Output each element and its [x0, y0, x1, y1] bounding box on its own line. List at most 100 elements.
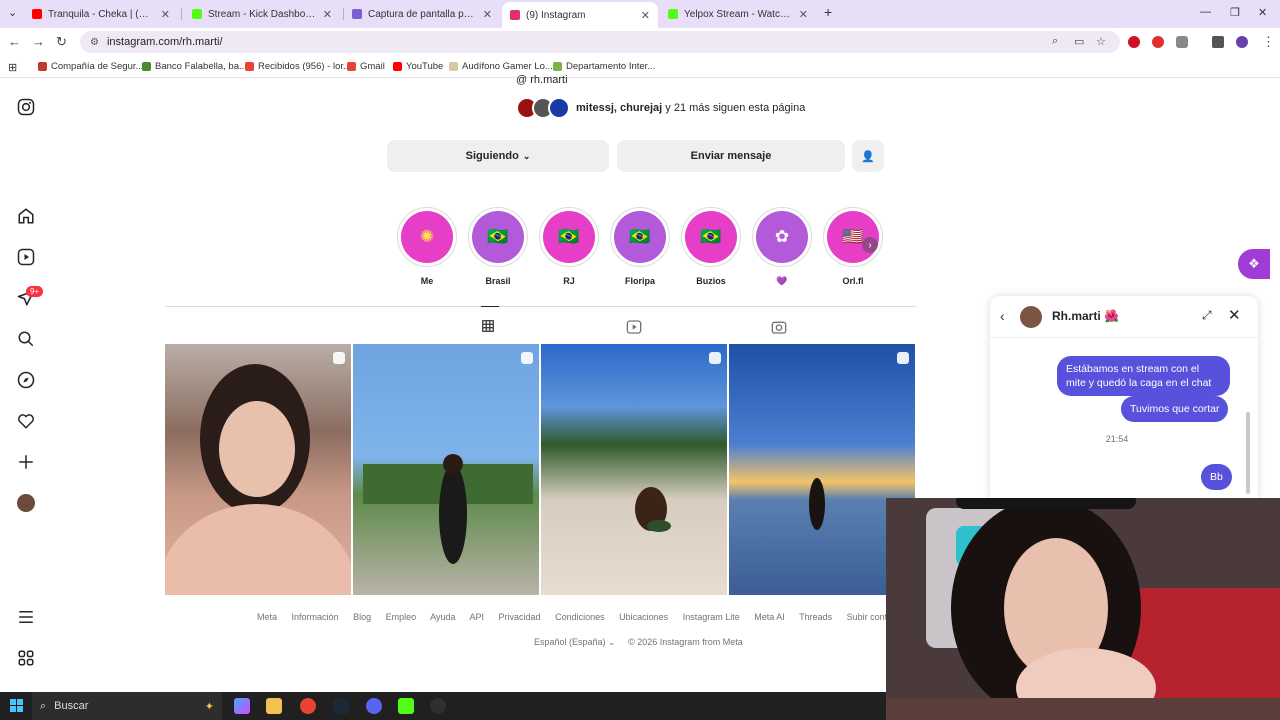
- footer-link[interactable]: Información: [292, 612, 339, 622]
- profile-avatar-icon[interactable]: [16, 493, 36, 513]
- bookmark-item[interactable]: Recibidos (956) - lor...: [245, 61, 351, 72]
- footer-link[interactable]: Meta: [257, 612, 277, 622]
- send-message-button[interactable]: Enviar mensaje: [617, 140, 845, 172]
- explore-icon[interactable]: [16, 370, 36, 390]
- file-explorer-icon[interactable]: [266, 698, 282, 714]
- footer-link[interactable]: Ubicaciones: [619, 612, 668, 622]
- bookmark-item[interactable]: Gmail: [347, 61, 385, 72]
- heart-icon[interactable]: [16, 411, 36, 431]
- close-window-button[interactable]: ✕: [1258, 6, 1267, 19]
- discord-icon[interactable]: [366, 698, 382, 714]
- post-thumbnail[interactable]: [541, 344, 727, 595]
- close-tab-icon[interactable]: ✕: [799, 8, 808, 21]
- opera-extension-icon[interactable]: [1128, 36, 1140, 48]
- reels-icon[interactable]: [16, 247, 36, 267]
- message-bubble[interactable]: Tuvimos que cortar: [1121, 396, 1229, 422]
- bookmark-star-icon[interactable]: ☆: [1096, 35, 1106, 48]
- tab-search-icon[interactable]: ⌄: [8, 6, 17, 19]
- highlight-heart[interactable]: ✿ 💜: [752, 207, 812, 287]
- footer-link[interactable]: Subir contactos y perso: [847, 612, 887, 622]
- restore-button[interactable]: ❐: [1230, 6, 1240, 19]
- footer-link[interactable]: Threads: [799, 612, 832, 622]
- followed-by[interactable]: mitessj, churejaj y 21 más siguen esta p…: [516, 96, 805, 120]
- extensions-icon[interactable]: [1176, 36, 1188, 48]
- zoom-icon[interactable]: ⌕: [1052, 35, 1058, 48]
- bookmark-item[interactable]: Departamento Inter...: [553, 61, 655, 72]
- site-info-icon[interactable]: ⚙: [90, 37, 99, 48]
- tab-kick-dashboard[interactable]: Stream - Kick Dashboard ✕: [184, 4, 340, 24]
- obs-icon[interactable]: [430, 698, 446, 714]
- close-tab-icon[interactable]: ✕: [483, 8, 492, 21]
- menu-icon[interactable]: ⋮: [1262, 34, 1275, 50]
- message-bubble[interactable]: Estábamos en stream con el mite y quedó …: [1057, 356, 1230, 396]
- close-icon[interactable]: ✕: [1228, 306, 1241, 324]
- scrollbar[interactable]: [1246, 412, 1250, 494]
- apps-icon[interactable]: ⊞: [8, 61, 17, 74]
- address-bar[interactable]: ⚙ instagram.com/rh.marti/ ⌕ ▭ ☆: [80, 31, 1120, 53]
- highlight-brasil[interactable]: 🇧🇷 Brasil: [468, 207, 528, 286]
- footer-link[interactable]: Ayuda: [430, 612, 455, 622]
- url-text[interactable]: instagram.com/rh.marti/: [107, 36, 223, 48]
- kick-app-icon[interactable]: [398, 698, 414, 714]
- bookmark-item[interactable]: Banco Falabella, ba...: [142, 61, 247, 72]
- highlight-me[interactable]: ✺ Me: [397, 207, 457, 286]
- chat-username[interactable]: Rh.marti 🌺: [1052, 309, 1119, 323]
- copilot-icon[interactable]: [234, 698, 250, 714]
- reels-tab[interactable]: [626, 319, 644, 337]
- taskbar-search[interactable]: ⌕ Buscar ✦: [32, 692, 222, 720]
- cast-icon[interactable]: ▭: [1074, 35, 1084, 48]
- close-tab-icon[interactable]: ✕: [323, 8, 332, 21]
- steam-icon[interactable]: [333, 698, 349, 714]
- highlight-rj[interactable]: 🇧🇷 RJ: [539, 207, 599, 286]
- start-button-icon[interactable]: [10, 699, 23, 712]
- language-select[interactable]: Español (España) ⌄: [534, 637, 616, 647]
- profile-avatar[interactable]: [1236, 36, 1248, 48]
- close-tab-icon[interactable]: ✕: [641, 9, 650, 22]
- post-thumbnail[interactable]: [353, 344, 539, 595]
- instagram-logo-icon[interactable]: [16, 97, 36, 117]
- footer-link[interactable]: Meta AI: [754, 612, 785, 622]
- bookmark-item[interactable]: Audífono Gamer Lo...: [449, 61, 553, 72]
- suggested-accounts-button[interactable]: 👤: [852, 140, 884, 172]
- tab-lightshot[interactable]: Captura de pantalla por Lightsh ✕: [344, 4, 500, 24]
- footer-link[interactable]: Empleo: [386, 612, 417, 622]
- tab-yelpox-stream[interactable]: Yelpox Stream - Watch Live on ✕: [660, 4, 816, 24]
- chat-avatar[interactable]: [1020, 306, 1042, 328]
- next-highlights-button[interactable]: ›: [862, 237, 878, 253]
- chrome-icon[interactable]: [300, 698, 316, 714]
- footer-link[interactable]: Privacidad: [499, 612, 541, 622]
- forward-icon[interactable]: →: [32, 34, 45, 50]
- new-tab-button[interactable]: +: [824, 4, 832, 20]
- home-icon[interactable]: [16, 206, 36, 226]
- red-extension-icon[interactable]: [1152, 36, 1164, 48]
- more-menu-icon[interactable]: [16, 607, 36, 627]
- expand-icon[interactable]: ⤢: [1202, 308, 1212, 323]
- back-icon[interactable]: ←: [8, 34, 21, 50]
- posts-grid-tab[interactable]: [481, 306, 499, 337]
- highlight-buzios[interactable]: 🇧🇷 Buzios: [681, 207, 741, 286]
- tab-youtube[interactable]: Tranquila - Cheka | (Prod. S ✕: [24, 4, 178, 24]
- search-icon[interactable]: [16, 329, 36, 349]
- footer-link[interactable]: Instagram Lite: [683, 612, 740, 622]
- footer-link[interactable]: Condiciones: [555, 612, 605, 622]
- footer-link[interactable]: API: [470, 612, 485, 622]
- bookmark-item[interactable]: YouTube: [393, 61, 443, 72]
- following-button[interactable]: Siguiendo ⌄: [387, 140, 609, 172]
- footer-link[interactable]: Blog: [353, 612, 371, 622]
- close-tab-icon[interactable]: ✕: [161, 8, 170, 21]
- reload-icon[interactable]: ↻: [56, 34, 67, 50]
- create-icon[interactable]: [16, 452, 36, 472]
- tab-instagram[interactable]: (9) Instagram ✕: [502, 2, 658, 28]
- minimize-button[interactable]: —: [1200, 6, 1211, 18]
- extension-floating-button[interactable]: ❖: [1238, 249, 1270, 279]
- instagram-sidebar: 9+: [0, 78, 52, 692]
- message-bubble[interactable]: Bb: [1201, 464, 1232, 490]
- back-icon[interactable]: ‹: [1000, 308, 1005, 324]
- also-from-meta-icon[interactable]: [16, 648, 36, 668]
- highlight-floripa[interactable]: 🇧🇷 Floripa: [610, 207, 670, 286]
- tagged-tab[interactable]: [771, 319, 789, 337]
- bookmark-item[interactable]: Compañía de Segur...: [38, 61, 143, 72]
- media-control-icon[interactable]: [1212, 36, 1224, 48]
- instagram-tab-icon: [510, 10, 520, 20]
- post-thumbnail[interactable]: [165, 344, 351, 595]
